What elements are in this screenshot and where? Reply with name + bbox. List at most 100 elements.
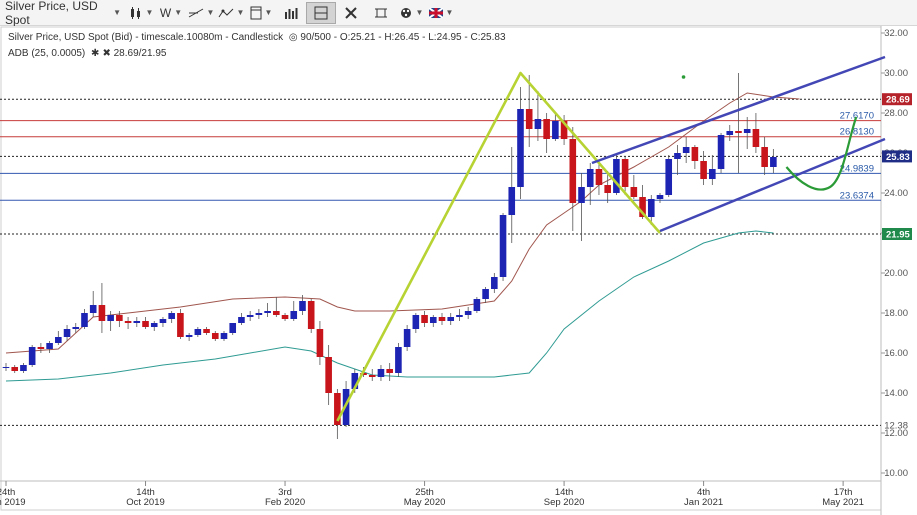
indicators-icon-svg [218, 8, 233, 17]
candle-up [482, 289, 489, 299]
candle-up [133, 321, 141, 323]
x-tick-label: Jan 2021 [684, 497, 723, 508]
candle-up [377, 369, 385, 377]
price-level-label: 12.38 [884, 420, 908, 431]
chevron-down-icon: ▼ [145, 8, 154, 17]
candle-down [621, 159, 629, 187]
y-tick-label: 28.00 [884, 108, 908, 119]
candle-up [613, 159, 620, 193]
candle-down [11, 367, 19, 371]
indicator-info-line: ADB (25, 0.0005) ✱ ✖ 28.69/21.95 [8, 48, 166, 59]
candle-up [395, 347, 402, 373]
candle-down [691, 147, 699, 161]
candle-down [421, 315, 428, 323]
candle-up [159, 319, 167, 323]
bar-volume-icon-svg [285, 7, 298, 19]
crosshair-icon-svg [345, 6, 357, 19]
fib-level-label: 27.6170 [840, 111, 874, 122]
x-tick-label: May 2020 [404, 497, 446, 508]
candle-up [403, 329, 411, 347]
candle-down [203, 329, 210, 333]
candle-up [456, 315, 463, 317]
candle-down [281, 315, 289, 319]
fib-level-label: 24.9839 [840, 163, 874, 174]
candle-up [28, 347, 36, 365]
close-icon[interactable]: ✖ [102, 48, 110, 59]
candle-down [525, 109, 533, 129]
y-tick-label: 10.00 [884, 468, 908, 479]
candle-up [464, 311, 472, 315]
candle-down [595, 169, 603, 185]
indicator-values: 28.69/21.95 [113, 48, 167, 59]
y-tick-label: 14.00 [884, 388, 908, 399]
y-tick-label: 30.00 [884, 68, 908, 79]
candle-down [116, 315, 123, 321]
candle-up [63, 329, 71, 337]
candle-up [447, 317, 455, 321]
candle-up [194, 329, 202, 335]
indicators-icon[interactable]: ▼ [216, 2, 246, 24]
x-tick-label: Jun 2019 [0, 497, 26, 508]
price-chart[interactable]: 10.0012.0014.0016.0018.0020.0022.0024.00… [0, 26, 917, 515]
candle-up [168, 313, 175, 319]
candle-up [185, 335, 193, 337]
candle-up [264, 311, 271, 313]
chevron-down-icon: ▼ [113, 8, 121, 17]
symbol-name: Silver Price, USD Spot [5, 0, 98, 27]
template-icon[interactable]: ▼ [246, 2, 276, 24]
candle-down [368, 375, 376, 377]
candle-up [586, 169, 594, 187]
candle-up [473, 299, 481, 311]
candle-up [46, 343, 53, 349]
y-tick-label: 18.00 [884, 308, 908, 319]
x-tick-label: Feb 2020 [265, 497, 305, 508]
candle-up [107, 315, 114, 321]
candle-down [604, 185, 611, 193]
candle-down [177, 313, 184, 337]
chart-toolbar: Silver Price, USD Spot ▼ ▼ W ▼ ▼ ▼ ▼ ▼ ▼ [0, 0, 917, 27]
candle-up [534, 119, 542, 129]
candle-down [211, 333, 219, 339]
candle-up [55, 337, 62, 343]
candle-down [735, 131, 742, 133]
candle-up [743, 129, 751, 133]
y-tick-label: 24.00 [884, 188, 908, 199]
candle-up [552, 121, 559, 139]
candle-down [316, 329, 324, 357]
draw-line-icon-svg [188, 8, 203, 17]
bar-volume-icon[interactable] [276, 2, 306, 24]
settings-icon[interactable]: ✱ [91, 48, 99, 59]
y-tick-label: 20.00 [884, 268, 908, 279]
color-icon[interactable]: ▼ [396, 2, 426, 24]
chevron-down-icon: ▼ [415, 8, 424, 17]
candles-icon[interactable]: ▼ [126, 2, 156, 24]
symbol-selector[interactable]: Silver Price, USD Spot ▼ [0, 0, 126, 27]
candle-down [569, 139, 577, 203]
chevron-down-icon: ▼ [264, 8, 273, 17]
crosshair-icon[interactable] [336, 2, 366, 24]
chevron-down-icon: ▼ [236, 8, 245, 17]
candle-down [98, 305, 106, 321]
candle-down [438, 317, 446, 321]
fullscreen-icon[interactable] [366, 2, 396, 24]
candle-up [150, 323, 158, 327]
chevron-down-icon: ▼ [174, 8, 183, 17]
flag-icon[interactable]: ▼ [426, 2, 456, 24]
candle-up [220, 333, 228, 339]
layout-icon[interactable] [306, 1, 336, 24]
candle-up [299, 301, 306, 311]
candle-down [761, 147, 768, 167]
candle-up [726, 131, 734, 135]
candle-up [682, 147, 690, 153]
candle-down [700, 161, 707, 179]
interval-selector[interactable]: W ▼ [156, 2, 186, 24]
draw-line-icon[interactable]: ▼ [186, 2, 216, 24]
candle-up [709, 169, 716, 179]
visibility-icon[interactable]: ◎ [289, 32, 298, 43]
y-tick-label: 32.00 [884, 28, 908, 39]
candle-up [238, 317, 245, 323]
candle-down [273, 311, 280, 315]
interval-label: W [159, 5, 172, 20]
candle-up [656, 195, 664, 199]
candle-down [752, 129, 760, 147]
